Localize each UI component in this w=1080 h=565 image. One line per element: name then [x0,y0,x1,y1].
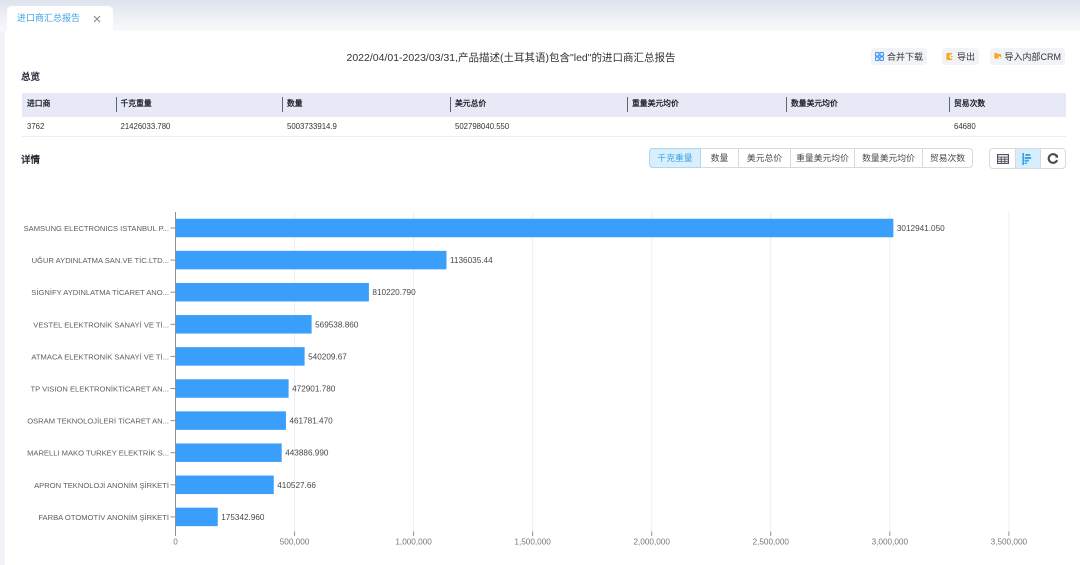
svg-text:TP VISION ELEKTRONİKTİCARET AN: TP VISION ELEKTRONİKTİCARET AN... [30,385,169,394]
svg-text:APRON TEKNOLOJİ ANONİM ŞİRKETİ: APRON TEKNOLOJİ ANONİM ŞİRKETİ [34,481,169,490]
svg-text:443886.990: 443886.990 [285,449,329,458]
svg-text:540209.67: 540209.67 [308,352,347,361]
svg-text:2,500,000: 2,500,000 [753,538,790,547]
svg-text:0: 0 [173,538,178,547]
svg-text:SİGNİFY AYDINLATMA TİCARET ANO: SİGNİFY AYDINLATMA TİCARET ANO... [31,288,169,297]
svg-text:SAMSUNG ELECTRONICS ISTANBUL P: SAMSUNG ELECTRONICS ISTANBUL P... [24,224,169,233]
svg-text:3,500,000: 3,500,000 [991,538,1028,547]
svg-text:3,000,000: 3,000,000 [872,538,909,547]
svg-text:410527.66: 410527.66 [277,481,316,490]
svg-text:569538.860: 569538.860 [315,320,359,329]
svg-text:2,000,000: 2,000,000 [633,538,670,547]
svg-text:MARELLI MAKO TURKEY ELEKTRİK S: MARELLI MAKO TURKEY ELEKTRİK S... [27,449,169,458]
svg-text:1136035.44: 1136035.44 [450,256,493,265]
svg-text:VESTEL ELEKTRONİK SANAYİ VE Tİ: VESTEL ELEKTRONİK SANAYİ VE Tİ... [33,320,169,329]
svg-text:500,000: 500,000 [280,538,310,547]
svg-text:461781.470: 461781.470 [289,417,333,426]
svg-text:OSRAM TEKNOLOJİLERİ TİCARET AN: OSRAM TEKNOLOJİLERİ TİCARET AN... [27,417,169,426]
svg-text:UĞUR AYDINLATMA SAN.VE TİC.LTD: UĞUR AYDINLATMA SAN.VE TİC.LTD... [32,256,169,265]
svg-text:472901.780: 472901.780 [292,385,336,394]
svg-text:3012941.050: 3012941.050 [897,224,945,233]
svg-text:1,500,000: 1,500,000 [514,538,551,547]
svg-text:1,000,000: 1,000,000 [395,538,432,547]
svg-text:810220.790: 810220.790 [372,288,416,297]
svg-text:ATMACA ELEKTRONİK SANAYİ VE Tİ: ATMACA ELEKTRONİK SANAYİ VE Tİ... [31,352,169,361]
svg-text:FARBA OTOMOTİV ANONİM ŞİRKETİ: FARBA OTOMOTİV ANONİM ŞİRKETİ [38,513,169,522]
svg-text:175342.960: 175342.960 [221,513,265,522]
